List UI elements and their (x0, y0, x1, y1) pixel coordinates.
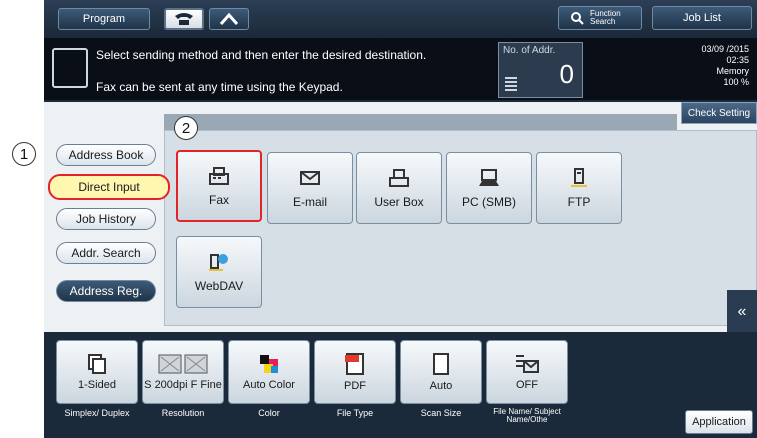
sidebar-item-addr-search[interactable]: Addr. Search (56, 242, 156, 264)
setting-label: Resolution (161, 408, 205, 418)
program-label: Program (82, 13, 126, 25)
sidebar-item-label: Addr. Search (71, 246, 141, 260)
phone-icon (175, 13, 193, 25)
status-date: 03/09 /2015 (701, 44, 749, 54)
check-setting-label: Check Setting (687, 107, 751, 119)
dest-label: Fax (208, 193, 229, 207)
setting-value: PDF (344, 380, 366, 392)
sidebar-item-address-book[interactable]: Address Book (56, 144, 156, 166)
setting-label: File Type (336, 408, 374, 418)
scroll-left-button[interactable]: « (727, 290, 757, 334)
search-icon (571, 12, 584, 25)
setting-label: Color (258, 408, 280, 418)
email-icon (298, 167, 322, 189)
address-count-value: 0 (559, 59, 574, 89)
status-panel: 03/09 /2015 02:35 Memory 100 % (701, 44, 749, 88)
message-line-1: Select sending method and then enter the… (96, 48, 427, 62)
page-icon (433, 353, 449, 375)
dest-button-ftp[interactable]: FTP (536, 152, 622, 224)
setting-simplex-duplex[interactable]: 1-Sided (56, 340, 138, 404)
user-box-icon (387, 167, 411, 189)
setting-value: 1-Sided (78, 379, 116, 391)
resolution-icon (158, 354, 208, 374)
dest-label: FTP (567, 195, 591, 209)
webdav-icon (207, 251, 231, 273)
message-bar: Select sending method and then enter the… (44, 38, 757, 100)
memory-value: 100 % (723, 77, 749, 87)
setting-resolution[interactable]: S 200dpi F Fine (142, 340, 224, 404)
setting-value: S 200dpi F Fine (144, 379, 222, 391)
function-search-button[interactable]: Function Search (558, 6, 642, 30)
status-time: 02:35 (726, 55, 749, 65)
setting-file-type[interactable]: PDF (314, 340, 396, 404)
sidebar-item-label: Direct Input (78, 180, 140, 194)
pc-icon (477, 167, 501, 189)
double-chevron-left-icon: « (737, 303, 747, 320)
address-count-box: No. of Addr. 0 (498, 42, 583, 98)
callout-1: 1 (12, 142, 36, 166)
sidebar-item-job-history[interactable]: Job History (56, 208, 156, 230)
job-list-label: Job List (683, 12, 721, 24)
setting-value: Auto (429, 380, 453, 392)
dest-button-user-box[interactable]: User Box (356, 152, 442, 224)
setting-file-name[interactable]: OFF (486, 340, 568, 404)
device-screen: Program Function Search Job List Select … (44, 0, 757, 438)
file-name-icon (516, 355, 539, 373)
program-button[interactable]: Program (58, 8, 150, 30)
phone-tab[interactable] (164, 8, 204, 30)
sidebar-item-address-reg[interactable]: Address Reg. (56, 280, 156, 302)
line-icon (219, 12, 239, 25)
simplex-icon (88, 354, 106, 374)
address-count-label: No. of Addr. (503, 45, 556, 56)
sidebar-item-direct-input[interactable]: Direct Input (48, 174, 170, 200)
setting-value: Auto Color (243, 379, 295, 391)
color-icon (260, 355, 278, 373)
sidebar-item-label: Address Reg. (69, 284, 143, 298)
dest-label: WebDAV (194, 279, 244, 293)
setting-color[interactable]: Auto Color (228, 340, 310, 404)
callout-2: 2 (174, 116, 198, 140)
setting-label: File Name/ Subject Name/Othe (493, 407, 561, 424)
dest-label: User Box (374, 195, 424, 209)
settings-bar: 1-Sided Simplex/ Duplex S 200dpi F Fine … (44, 332, 757, 438)
dest-button-email[interactable]: E-mail (267, 152, 353, 224)
dest-button-pc-smb[interactable]: PC (SMB) (446, 152, 532, 224)
destination-header-bar (164, 114, 677, 130)
ftp-icon (567, 167, 591, 189)
setting-label: Simplex/ Duplex (64, 408, 130, 418)
top-bar: Program Function Search Job List (44, 0, 757, 36)
check-setting-button[interactable]: Check Setting (681, 102, 757, 124)
setting-value: OFF (516, 379, 538, 391)
setting-label: Scan Size (420, 408, 462, 418)
application-button[interactable]: Application (685, 410, 753, 434)
function-search-label: Function Search (590, 9, 621, 26)
list-icon (505, 77, 517, 91)
fax-icon (207, 165, 231, 187)
job-list-button[interactable]: Job List (652, 6, 752, 30)
pdf-icon (345, 353, 364, 375)
dest-button-webdav[interactable]: WebDAV (176, 236, 262, 308)
dest-button-fax[interactable]: Fax (176, 150, 262, 222)
dest-label: PC (SMB) (462, 195, 516, 209)
dest-label: E-mail (292, 195, 327, 209)
application-label: Application (692, 416, 746, 428)
setting-scan-size[interactable]: Auto (400, 340, 482, 404)
line-tab[interactable] (209, 8, 249, 30)
sidebar-item-label: Job History (75, 212, 137, 226)
keypad-icon (52, 48, 88, 88)
message-line-2: Fax can be sent at any time using the Ke… (96, 80, 343, 94)
memory-label: Memory (716, 66, 749, 76)
sidebar-item-label: Address Book (68, 148, 144, 162)
